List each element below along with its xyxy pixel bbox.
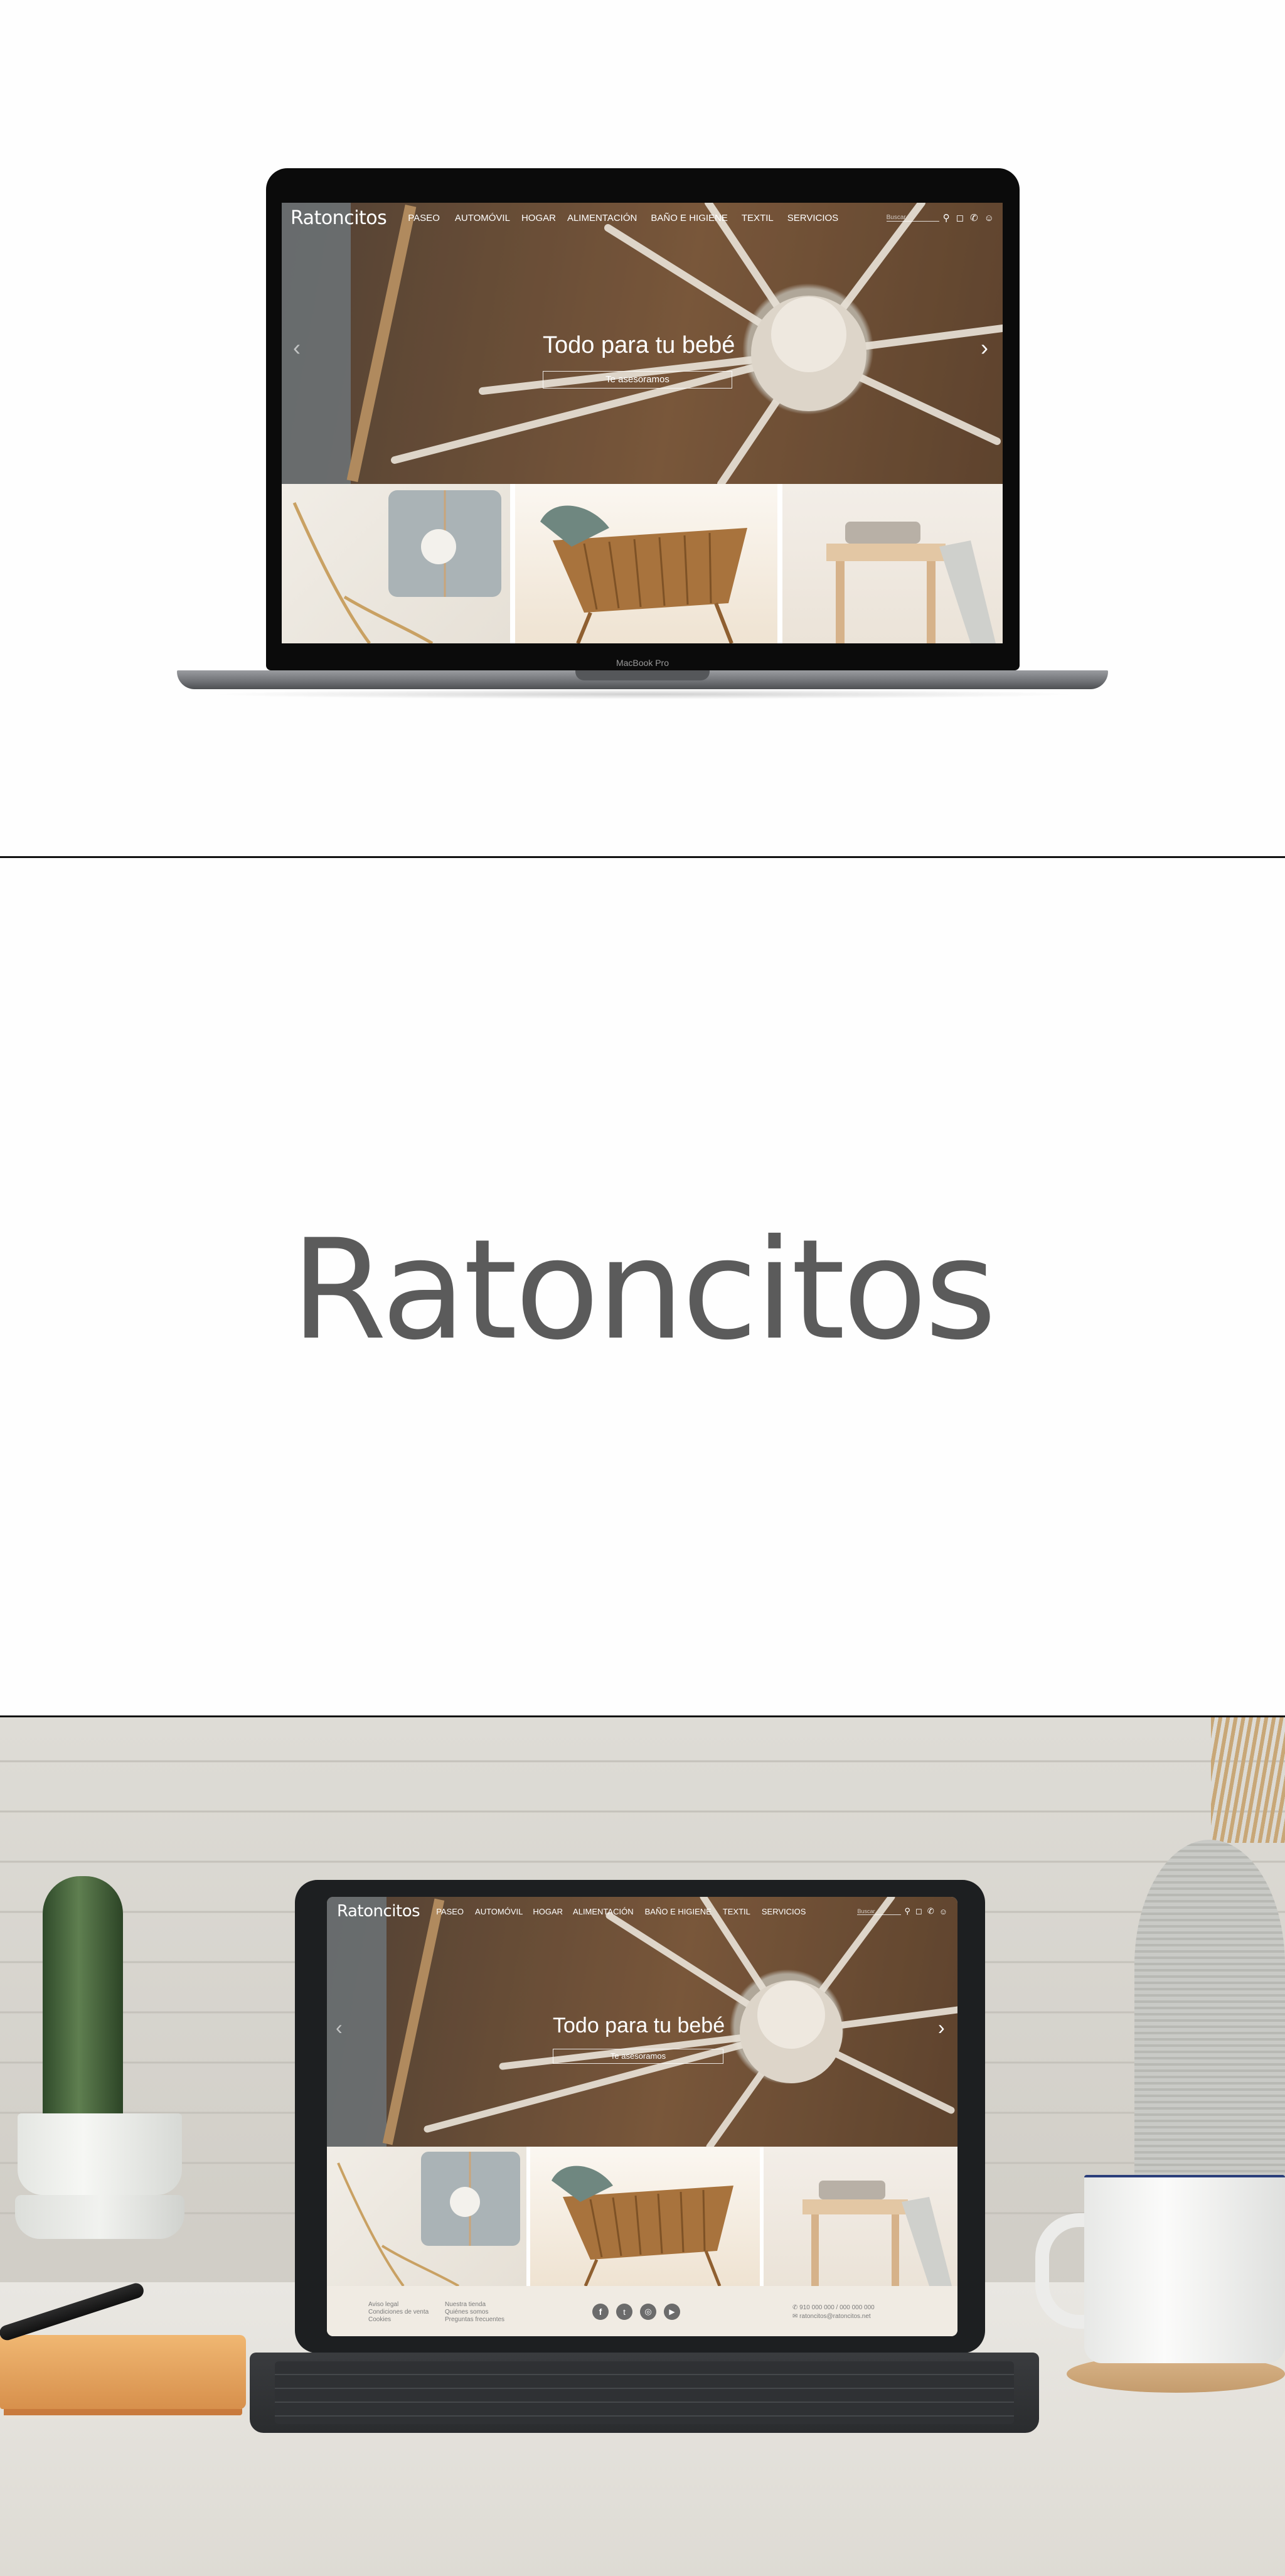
footer-link-aviso-legal[interactable]: Aviso legal [368, 2301, 429, 2309]
macbook-model-label: MacBook Pro [616, 658, 669, 668]
hero-cta-button[interactable]: Te asesoramos [553, 2049, 723, 2064]
tile-wooden-stool[interactable] [764, 2147, 957, 2286]
footer-phone: ✆ 910 000 000 / 000 000 000 [792, 2304, 875, 2311]
search-input[interactable]: Buscar [857, 1908, 902, 1915]
search-icon[interactable]: ⚲ [943, 212, 950, 223]
footer-info-links: Nuestra tienda Quiénes somos Preguntas f… [445, 2301, 504, 2324]
basket-image [540, 505, 747, 643]
footer-email: ✉ ratoncitos@ratoncitos.net [792, 2313, 871, 2320]
menu-textil[interactable]: TEXTIL [742, 213, 774, 223]
footer-link-tienda[interactable]: Nuestra tienda [445, 2301, 504, 2309]
cactus-plant [43, 1876, 123, 2121]
next-slide-arrow[interactable]: › [981, 335, 988, 361]
search-input[interactable]: Buscar [886, 214, 939, 222]
footer-link-faq[interactable]: Preguntas frecuentes [445, 2316, 504, 2324]
menu-paseo[interactable]: PASEO [408, 213, 440, 223]
plant-pot [18, 2113, 182, 2195]
main-navigation: Ratoncitos PASEO AUTOMÓVIL HOGAR ALIMENT… [327, 1897, 957, 1926]
site-logo[interactable]: Ratoncitos [337, 1902, 420, 1921]
bag-icon[interactable]: ◻ [956, 212, 964, 223]
footer-link-cookies[interactable]: Cookies [368, 2316, 429, 2324]
website-tablet: Ratoncitos PASEO AUTOMÓVIL HOGAR ALIMENT… [327, 1897, 957, 2336]
main-navigation: Ratoncitos PASEO AUTOMÓVIL HOGAR ALIMENT… [282, 203, 1003, 233]
tile-gift-wrap[interactable] [282, 484, 510, 643]
dried-wheat-decoration [1211, 1717, 1285, 1843]
ipad-mockup-section: Ratoncitos PASEO AUTOMÓVIL HOGAR ALIMENT… [0, 1717, 1285, 2576]
menu-alimentacion[interactable]: ALIMENTACIÓN [573, 1907, 634, 1916]
orange-notebook [0, 2335, 246, 2409]
user-icon[interactable]: ☺ [939, 1907, 947, 1916]
next-slide-arrow[interactable]: › [938, 2016, 945, 2039]
phone-icon: ✆ [792, 2304, 800, 2311]
twitter-icon[interactable]: t [616, 2304, 632, 2320]
hero-banner: Ratoncitos PASEO AUTOMÓVIL HOGAR ALIMENT… [327, 1897, 957, 2147]
category-tiles [327, 2147, 957, 2286]
menu-automovil[interactable]: AUTOMÓVIL [475, 1907, 523, 1916]
menu-hogar[interactable]: HOGAR [521, 213, 556, 223]
facebook-icon[interactable]: f [592, 2304, 609, 2320]
footer-legal-links: Aviso legal Condiciones de venta Cookies [368, 2301, 429, 2324]
menu-automovil[interactable]: AUTOMÓVIL [455, 213, 510, 223]
smart-keyboard [250, 2353, 1039, 2433]
mail-icon: ✉ [792, 2313, 800, 2320]
social-links: f t ◎ ▶ [592, 2304, 680, 2320]
footer-link-condiciones[interactable]: Condiciones de venta [368, 2309, 429, 2316]
footer-link-quienes-somos[interactable]: Quiénes somos [445, 2309, 504, 2316]
stool-image [802, 2181, 952, 2286]
keyboard-keys [275, 2361, 1014, 2424]
menu-alimentacion[interactable]: ALIMENTACIÓN [567, 213, 637, 223]
menu-bano-higiene[interactable]: BAÑO E HIGIENE [645, 1907, 712, 1916]
menu-servicios[interactable]: SERVICIOS [762, 1907, 806, 1916]
phone-icon[interactable]: ✆ [970, 212, 978, 223]
website-desktop: Ratoncitos PASEO AUTOMÓVIL HOGAR ALIMENT… [282, 203, 1003, 643]
tile-wicker-basket[interactable] [515, 484, 777, 643]
phone-icon[interactable]: ✆ [927, 1906, 934, 1916]
nav-icons: Buscar ⚲ ◻ ✆ ☺ [886, 212, 994, 223]
gift-package-image [292, 490, 501, 643]
ceramic-vase [1134, 1840, 1285, 2191]
user-icon[interactable]: ☺ [984, 213, 994, 223]
hero-banner: Ratoncitos PASEO AUTOMÓVIL HOGAR ALIMENT… [282, 203, 1003, 484]
macbook-screen: Ratoncitos PASEO AUTOMÓVIL HOGAR ALIMENT… [282, 203, 1003, 643]
prev-slide-arrow[interactable]: ‹ [336, 2016, 343, 2039]
menu-bano-higiene[interactable]: BAÑO E HIGIENE [651, 213, 728, 223]
prev-slide-arrow[interactable]: ‹ [293, 335, 301, 361]
bag-icon[interactable]: ◻ [915, 1906, 922, 1916]
pot-saucer [15, 2195, 184, 2239]
menu-paseo[interactable]: PASEO [436, 1907, 464, 1916]
menu-hogar[interactable]: HOGAR [533, 1907, 563, 1916]
macbook-mockup-section: Ratoncitos PASEO AUTOMÓVIL HOGAR ALIMENT… [0, 0, 1285, 857]
tile-wicker-basket[interactable] [530, 2147, 760, 2286]
search-icon[interactable]: ⚲ [904, 1906, 910, 1916]
youtube-icon[interactable]: ▶ [664, 2304, 680, 2320]
tile-gift-wrap[interactable] [327, 2147, 526, 2286]
tile-wooden-stool[interactable] [782, 484, 1003, 643]
category-tiles [282, 484, 1003, 643]
ipad-screen: Ratoncitos PASEO AUTOMÓVIL HOGAR ALIMENT… [327, 1897, 957, 2336]
site-logo[interactable]: Ratoncitos [291, 207, 387, 229]
logo-section: Ratoncitos [0, 858, 1285, 1715]
gift-package-image [337, 2152, 520, 2286]
basket-image [552, 2165, 733, 2286]
hero-cta-button[interactable]: Te asesoramos [543, 371, 732, 389]
site-footer: Aviso legal Condiciones de venta Cookies… [327, 2286, 957, 2336]
menu-servicios[interactable]: SERVICIOS [787, 213, 838, 223]
menu-textil[interactable]: TEXTIL [723, 1907, 750, 1916]
hero-title: Todo para tu bebé [543, 332, 735, 358]
brand-wordmark: Ratoncitos [291, 1210, 997, 1370]
footer-contact: ✆ 910 000 000 / 000 000 000 ✉ ratoncitos… [792, 2304, 875, 2321]
macbook-notch [575, 670, 710, 680]
nav-icons: Buscar ⚲ ◻ ✆ ☺ [857, 1906, 947, 1916]
hero-title: Todo para tu bebé [553, 2014, 725, 2037]
white-mug [1084, 2175, 1285, 2363]
instagram-icon[interactable]: ◎ [640, 2304, 656, 2320]
stool-image [826, 522, 996, 643]
macbook-shadow [207, 689, 1079, 699]
